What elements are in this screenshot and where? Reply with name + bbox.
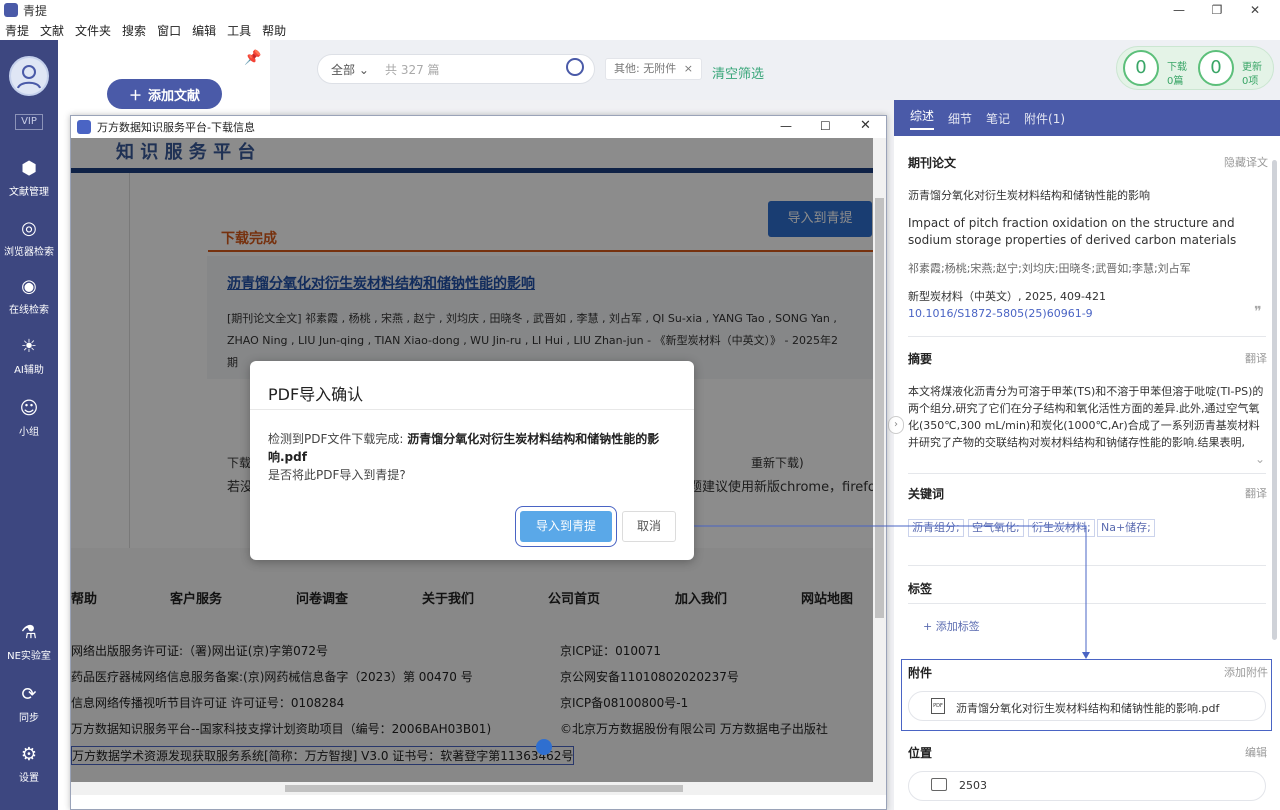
dialog-question: 是否将此PDF导入到青提?: [268, 468, 406, 482]
dialog-message: 检测到PDF文件下载完成: 沥青馏分氧化对衍生炭材料结构和储钠性能的影响.pdf…: [268, 430, 678, 484]
import-confirm-button[interactable]: 导入到青提: [515, 506, 617, 547]
divider: [250, 409, 694, 410]
dialog-title: PDF导入确认: [268, 385, 364, 404]
dialog-msg-prefix: 检测到PDF文件下载完成:: [268, 432, 408, 446]
cancel-button[interactable]: 取消: [622, 511, 676, 542]
